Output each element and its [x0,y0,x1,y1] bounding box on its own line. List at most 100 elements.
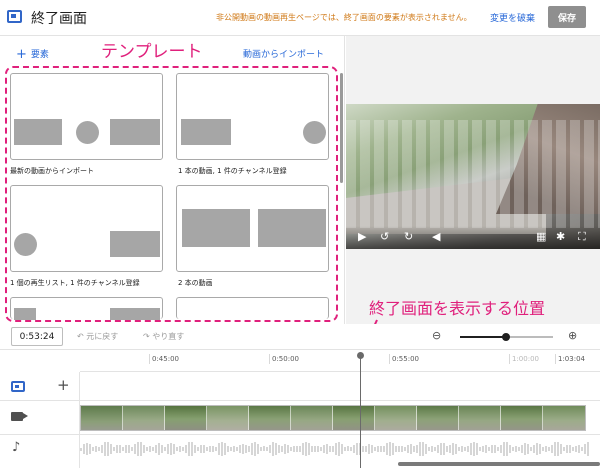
waveform-bar [278,445,280,453]
video-placeholder [110,119,160,145]
template-card-latest-video[interactable] [10,73,163,160]
film-frame [417,406,459,430]
waveform-bar [209,445,211,453]
redo-button[interactable]: ↷ やり直す [143,331,184,342]
forward-icon[interactable]: ↻ [404,230,413,244]
audio-waveform[interactable] [80,438,600,460]
settings-icon[interactable]: ✱ [556,230,565,244]
waveform-bar [515,446,517,452]
waveform-bar [320,447,322,451]
waveform-bar [377,446,379,452]
timeline-horizontal-scrollbar[interactable] [398,462,600,466]
waveform-bar [440,442,442,456]
waveform-bar [530,447,532,451]
waveform-bar [260,447,262,451]
volume-icon[interactable]: ◀ [432,230,440,244]
waveform-bar [161,444,163,454]
waveform-bar [266,447,268,451]
waveform-bar [425,444,427,454]
music-note-icon: ♪ [12,440,21,455]
waveform-bar [338,442,340,456]
save-button[interactable]: 保存 [548,6,586,28]
waveform-bar [137,441,139,457]
waveform-bar [275,442,277,456]
waveform-bar [542,446,544,452]
video-placeholder [258,209,326,247]
waveform-bar [269,444,271,454]
add-element-button[interactable]: + 要素 [16,47,49,62]
template-card-playlist-subscribe[interactable] [10,185,163,272]
film-frame [123,406,165,430]
playhead-handle[interactable] [357,352,364,359]
waveform-bar [536,443,538,455]
waveform-bar [134,443,136,455]
waveform-bar [122,447,124,451]
waveform-bar [119,445,121,453]
waveform-bar [473,441,475,457]
play-icon[interactable]: ▶ [358,230,366,244]
waveform-bar [482,445,484,453]
waveform-bar [116,444,118,453]
discard-changes-link[interactable]: 変更を破棄 [490,11,535,24]
waveform-bar [539,444,541,454]
zoom-slider-thumb[interactable] [502,333,510,341]
undo-button[interactable]: ↶ 元に戻す [77,331,118,342]
template-card-partial[interactable] [176,297,329,319]
waveform-bar [383,445,385,453]
fullscreen-icon[interactable]: ⛶ [578,230,586,244]
ruler-tick-label: 0:50:00 [272,355,299,363]
waveform-bar [149,446,151,452]
waveform-bar [461,446,463,452]
grid-icon[interactable]: ▦ [536,230,546,244]
end-screen-position-annotation: 終了画面を表示する位置 [369,299,546,318]
undo-icon: ↶ [77,332,87,341]
waveform-bar [416,445,418,453]
waveform-bar [176,447,178,451]
waveform-bar [185,444,187,454]
timeline-ruler[interactable]: 0:45:00 0:50:00 0:55:00 1:00:00 1:03:04 [80,350,600,372]
zoom-in-icon[interactable]: ⊕ [568,329,577,342]
waveform-bar [113,447,115,451]
waveform-bar [80,447,82,451]
video-track-filmstrip[interactable] [80,405,586,431]
waveform-bar [263,446,265,452]
waveform-bar [95,446,97,452]
rewind-icon[interactable]: ↺ [380,230,389,244]
waveform-bar [569,445,571,453]
template-card-partial[interactable] [10,297,163,320]
waveform-bar [374,447,376,451]
zoom-out-icon[interactable]: ⊖ [432,329,441,342]
waveform-bar [554,442,556,456]
template-label: 最新の動画からインポート [10,167,94,175]
waveform-bar [131,447,133,451]
template-label: 1 本の動画, 1 件のチャンネル登録 [178,167,287,175]
template-card-video-subscribe[interactable] [176,73,329,160]
waveform-bar [512,447,514,451]
waveform-bar [476,443,478,455]
top-bar: 終了画面 非公開動画の動画再生ページでは、終了画面の要素が表示されません。 変更… [0,0,600,36]
waveform-bar [398,446,400,452]
waveform-bar [272,442,274,456]
waveform-bar [485,445,487,453]
undo-label: 元に戻す [86,332,119,341]
waveform-bar [431,446,433,452]
import-from-video-link[interactable]: 動画からインポート [243,47,324,60]
waveform-bar [521,444,523,454]
waveform-bar [242,443,244,455]
waveform-bar [86,442,88,455]
waveform-bar [158,443,160,455]
waveform-bar [395,446,397,452]
waveform-bar [188,442,190,456]
waveform-bar [533,444,535,454]
waveform-bar [146,447,148,451]
waveform-bar [233,446,235,452]
template-scrollbar[interactable] [340,73,343,183]
template-card-two-videos[interactable] [176,185,329,272]
playhead[interactable] [360,354,361,468]
current-time-field[interactable]: 0:53:24 [11,327,63,346]
waveform-bar [281,446,283,452]
video-camera-icon [11,412,28,421]
video-preview[interactable] [346,104,600,249]
plus-icon: + [16,47,27,62]
add-element-plus-icon[interactable]: + [57,376,70,394]
